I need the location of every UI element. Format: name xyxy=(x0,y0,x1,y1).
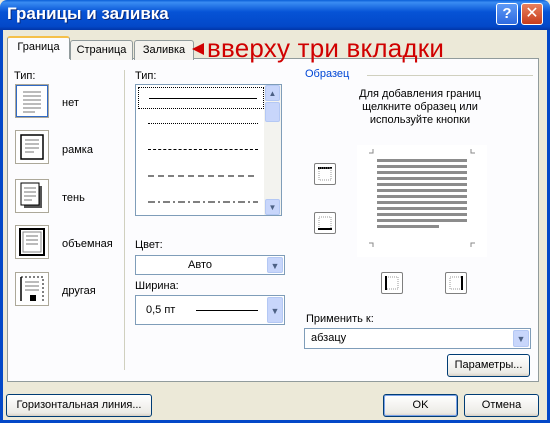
tab-page-border[interactable]: Страница xyxy=(70,40,133,60)
preset-none-label: нет xyxy=(62,97,79,109)
tab-borders-label: Граница xyxy=(17,41,60,53)
preset-shadow-button[interactable] xyxy=(15,179,49,213)
preset-3d-label: объемная xyxy=(62,238,113,250)
border-shadow-icon xyxy=(20,182,42,208)
border-preview[interactable] xyxy=(357,145,487,257)
color-select-value: Авто xyxy=(188,259,212,271)
line-dash-dot-glyph xyxy=(148,201,258,203)
title-bar: Границы и заливка ? ✕ xyxy=(0,0,550,30)
chevron-down-icon[interactable]: ▼ xyxy=(513,330,529,347)
scroll-up-icon[interactable]: ▲ xyxy=(265,85,280,101)
preset-box-button[interactable] xyxy=(15,130,49,164)
line-dashed-glyph xyxy=(148,175,258,177)
tab-page-border-label: Страница xyxy=(76,44,127,56)
border-left-icon xyxy=(385,276,399,290)
preview-document-icon xyxy=(369,149,475,247)
line-style-scrollbar[interactable]: ▲ ▼ xyxy=(264,85,281,215)
column-divider xyxy=(124,70,125,370)
border-right-icon xyxy=(449,276,463,290)
sample-hint-1: Для добавления границ xyxy=(359,88,481,100)
width-line-sample xyxy=(196,310,258,311)
border-right-button[interactable] xyxy=(445,272,467,294)
apply-to-select[interactable]: абзацу ▼ xyxy=(304,328,531,349)
preset-custom-label: другая xyxy=(62,285,96,297)
border-custom-icon xyxy=(20,276,44,301)
tab-borders[interactable]: Граница xyxy=(7,36,70,59)
line-style-list[interactable]: ▲ ▼ xyxy=(135,84,282,216)
close-button[interactable]: ✕ xyxy=(521,3,543,25)
apply-to-value: абзацу xyxy=(311,332,347,344)
border-top-icon xyxy=(318,167,332,181)
preset-3d-button[interactable] xyxy=(15,225,49,259)
border-top-button[interactable] xyxy=(314,163,336,185)
width-select-value: 0,5 пт xyxy=(146,304,176,316)
ok-button[interactable]: OK xyxy=(383,394,458,417)
line-style-dashed-small[interactable] xyxy=(138,139,264,161)
preset-none-button[interactable] xyxy=(15,84,49,118)
annotation-arrow-icon xyxy=(192,43,204,55)
apply-to-label: Применить к: xyxy=(306,313,374,325)
color-select[interactable]: Авто ▼ xyxy=(135,255,285,275)
type-presets-label: Тип: xyxy=(14,70,36,82)
line-style-solid[interactable] xyxy=(138,87,264,109)
line-style-dotted[interactable] xyxy=(138,113,264,135)
tab-shading[interactable]: Заливка xyxy=(134,40,194,60)
scroll-thumb[interactable] xyxy=(265,102,280,122)
border-none-icon xyxy=(23,91,41,113)
chevron-down-icon[interactable]: ▼ xyxy=(267,297,283,323)
preset-custom-button[interactable] xyxy=(15,272,49,306)
tab-shading-label: Заливка xyxy=(142,44,186,56)
sample-hint-2: щелкните образец или xyxy=(362,101,478,113)
border-bottom-icon xyxy=(318,216,332,230)
window-frame-left xyxy=(0,30,3,423)
sample-hint-3: используйте кнопки xyxy=(369,114,471,126)
preset-box-label: рамка xyxy=(62,144,93,156)
line-style-label: Тип: xyxy=(135,70,157,82)
scroll-down-icon[interactable]: ▼ xyxy=(265,199,280,215)
line-style-dashed[interactable] xyxy=(138,165,264,187)
line-style-dash-dot[interactable] xyxy=(138,191,264,213)
color-label: Цвет: xyxy=(135,239,163,251)
window-title: Границы и заливка xyxy=(7,4,169,23)
sample-label: Образец xyxy=(305,68,350,80)
horizontal-line-button[interactable]: Горизонтальная линия... xyxy=(6,394,152,417)
cancel-button[interactable]: Отмена xyxy=(464,394,539,417)
width-label: Ширина: xyxy=(135,280,179,292)
annotation-text: вверху три вкладки xyxy=(207,33,445,63)
chevron-down-icon[interactable]: ▼ xyxy=(267,257,283,273)
border-bottom-button[interactable] xyxy=(314,212,336,234)
sample-group-line xyxy=(367,75,533,76)
width-select[interactable]: 0,5 пт ▼ xyxy=(135,295,285,325)
preset-shadow-label: тень xyxy=(62,192,85,204)
options-button[interactable]: Параметры... xyxy=(447,354,530,377)
border-3d-icon xyxy=(19,228,45,256)
border-left-button[interactable] xyxy=(381,272,403,294)
border-box-icon xyxy=(20,134,44,160)
help-button[interactable]: ? xyxy=(496,3,518,25)
